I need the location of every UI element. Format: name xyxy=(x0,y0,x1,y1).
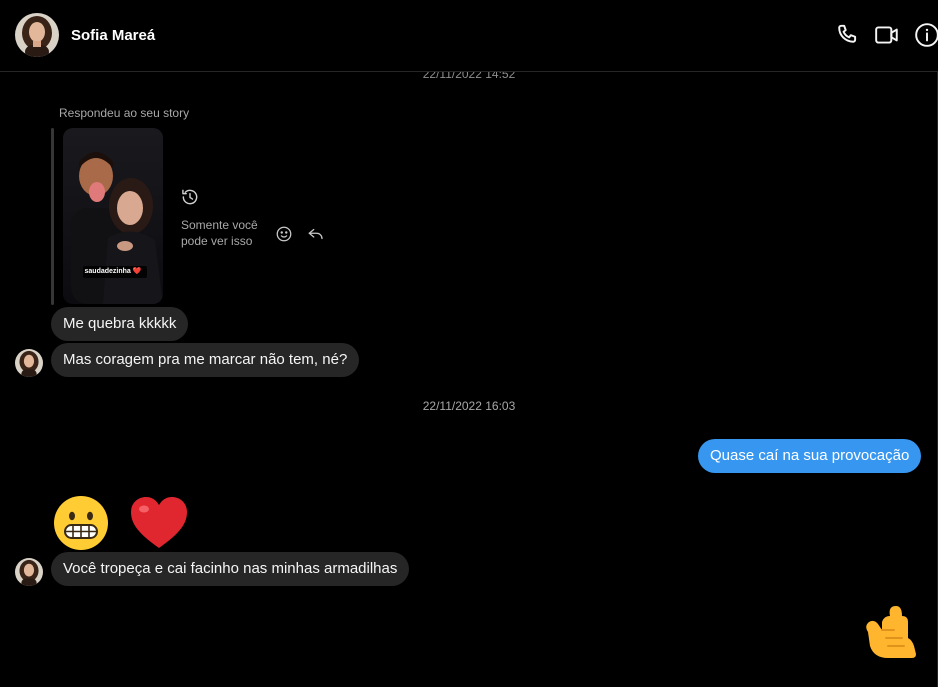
reply-indicator-bar xyxy=(51,128,54,305)
incoming-message[interactable]: Você tropeça e cai facinho nas minhas ar… xyxy=(51,552,410,586)
phone-icon[interactable] xyxy=(834,22,860,48)
info-icon[interactable] xyxy=(914,22,938,48)
red-heart-emoji-icon xyxy=(129,494,189,552)
video-camera-icon[interactable] xyxy=(874,22,900,48)
incoming-message[interactable]: Me quebra kkkkk xyxy=(51,307,189,341)
emoji-message[interactable] xyxy=(52,490,189,552)
react-emoji-icon[interactable] xyxy=(275,225,293,243)
conversation-header: Sofia Mareá xyxy=(0,0,938,72)
timestamp: 22/11/2022 16:03 xyxy=(422,399,516,413)
story-privacy-note: Somente você pode ver isso xyxy=(181,218,258,248)
message-list[interactable]: 22/11/2022 14:52 Respondeu ao seu story xyxy=(0,67,938,687)
story-reply-label: Respondeu ao seu story xyxy=(59,106,190,120)
grimacing-face-emoji-icon xyxy=(52,494,110,552)
history-icon xyxy=(180,187,200,207)
contact-avatar-small[interactable] xyxy=(15,558,43,586)
contact-avatar-small[interactable] xyxy=(15,349,43,377)
story-thumbnail[interactable]: saudadezinha ❤️ xyxy=(63,128,163,304)
call-me-hand-emoji-icon[interactable] xyxy=(858,602,920,664)
reply-arrow-icon[interactable] xyxy=(307,225,325,243)
contact-avatar[interactable] xyxy=(15,13,59,57)
outgoing-message[interactable]: Quase caí na sua provocação xyxy=(698,439,922,473)
contact-name[interactable]: Sofia Mareá xyxy=(71,27,155,44)
dm-thread-window: Sofia Mareá 22/11/2022 14:52 Respondeu a… xyxy=(0,0,938,687)
incoming-message[interactable]: Mas coragem pra me marcar não tem, né? xyxy=(51,343,360,377)
story-caption: saudadezinha ❤️ xyxy=(84,268,142,275)
